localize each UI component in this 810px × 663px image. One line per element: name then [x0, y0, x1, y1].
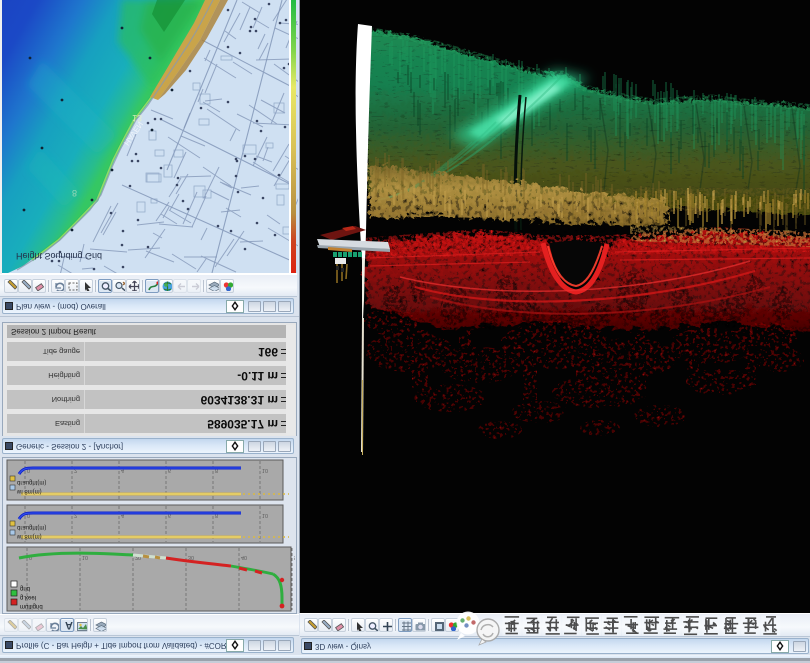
svg-text:multigrid: multigrid: [20, 603, 43, 609]
svg-text:10: 10: [262, 512, 268, 518]
svg-text:draught(m): draught(m): [17, 479, 46, 485]
svg-text:10: 10: [82, 554, 88, 560]
svg-text:wl 8m(m): wl 8m(m): [16, 488, 42, 494]
svg-text:A: A: [65, 620, 73, 631]
svg-text:8: 8: [72, 188, 77, 198]
svg-text:30: 30: [188, 554, 194, 560]
svg-text:50: 50: [294, 554, 295, 560]
svg-text:Height Sounding Grid: Height Sounding Grid: [16, 251, 102, 261]
svg-text:40: 40: [241, 554, 247, 560]
svg-text:10: 10: [262, 467, 268, 473]
svg-text:draught(m): draught(m): [17, 524, 46, 530]
svg-text:grid: grid: [20, 585, 30, 591]
svg-text:wl 8m(m): wl 8m(m): [16, 533, 42, 539]
svg-text:g.keel: g.keel: [20, 594, 36, 600]
